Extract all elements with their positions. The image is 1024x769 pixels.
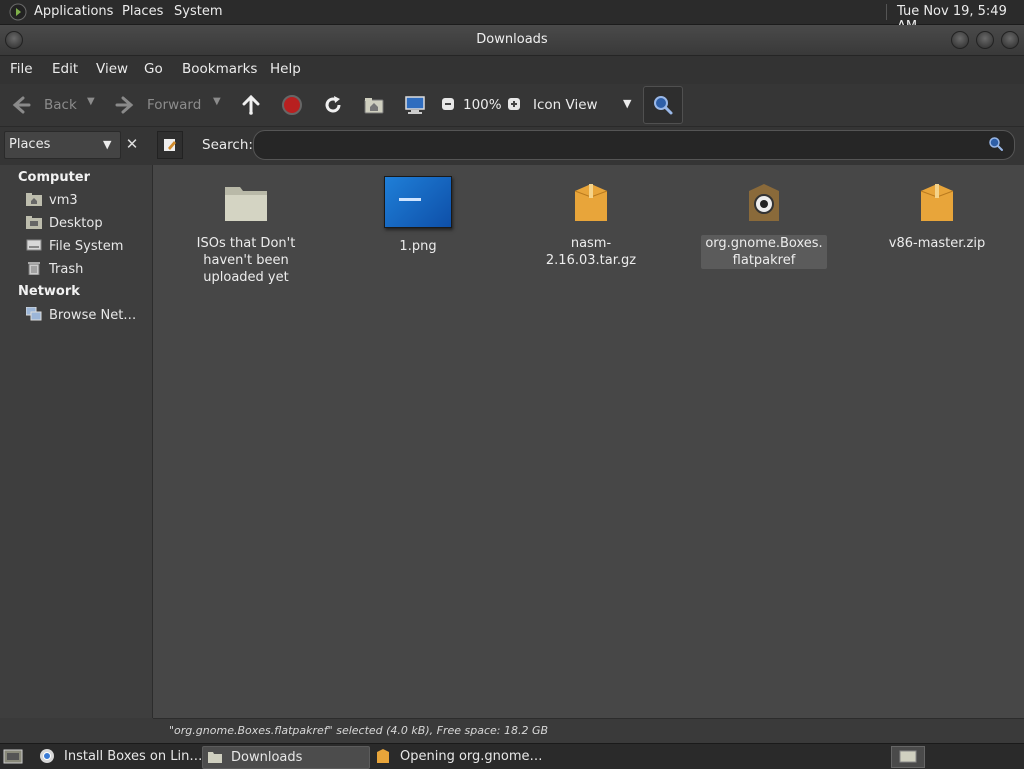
location-bar: Places ▼ ✕ Search: — [0, 127, 1024, 165]
file-item[interactable]: 1.png — [353, 176, 483, 255]
taskbar-item-label: Install Boxes on Lin… — [64, 749, 203, 764]
chromium-icon — [39, 748, 55, 764]
file-item[interactable]: nasm-2.16.03.tar.gz — [526, 181, 656, 269]
show-desktop-icon[interactable] — [3, 747, 23, 765]
forward-history-chevron-icon[interactable]: ▼ — [213, 96, 221, 107]
back-history-chevron-icon[interactable]: ▼ — [87, 96, 95, 107]
search-field-icon[interactable] — [988, 136, 1004, 152]
places-sidebar: Computer vm3 Desktop File System Trash N… — [0, 165, 153, 718]
search-input[interactable] — [253, 130, 1015, 160]
zoom-level[interactable]: 100% — [463, 97, 502, 113]
sidebar-mode-select[interactable]: Places ▼ — [4, 131, 121, 159]
file-label: 1.png — [399, 239, 437, 254]
file-label: org.gnome.Boxes. flatpakref — [701, 235, 827, 269]
menu-file[interactable]: File — [10, 61, 33, 77]
menu-edit[interactable]: Edit — [52, 61, 78, 77]
sidebar-item-label: Browse Net… — [49, 308, 137, 323]
file-label: ISOs that Don't haven't been uploaded ye… — [196, 236, 296, 285]
panel-menu-places[interactable]: Places — [122, 4, 163, 19]
workspace-window-icon — [899, 750, 917, 763]
reload-icon[interactable] — [322, 94, 344, 116]
file-item[interactable]: ISOs that Don't haven't been uploaded ye… — [181, 181, 311, 286]
sidebar-item-desktop[interactable]: Desktop — [26, 215, 103, 235]
status-text: "org.gnome.Boxes.flatpakref" selected (4… — [169, 724, 549, 737]
desktop-folder-icon — [26, 215, 42, 229]
taskbar-item-downloads[interactable]: Downloads — [202, 746, 370, 769]
close-window-button[interactable] — [1001, 31, 1019, 49]
zoom-out-icon[interactable] — [441, 97, 455, 111]
menu-bookmarks[interactable]: Bookmarks — [182, 61, 257, 77]
minimize-button[interactable] — [951, 31, 969, 49]
file-label: v86-master.zip — [888, 236, 986, 251]
image-thumbnail — [384, 176, 452, 228]
panel-menu-applications[interactable]: Applications — [34, 4, 113, 19]
window-title: Downloads — [476, 32, 548, 47]
sidebar-item-trash[interactable]: Trash — [26, 261, 83, 281]
menu-view[interactable]: View — [96, 61, 128, 77]
workspace-switcher[interactable] — [891, 746, 925, 768]
archive-icon — [567, 181, 615, 225]
sidebar-item-label: Trash — [49, 262, 84, 277]
taskbar-item-label: Downloads — [231, 750, 303, 765]
home-folder-icon — [26, 192, 42, 206]
panel-separator — [886, 4, 887, 20]
menu-help[interactable]: Help — [270, 61, 301, 77]
network-icon — [25, 306, 42, 321]
file-item[interactable]: v86-master.zip — [872, 181, 1002, 252]
home-folder-icon[interactable] — [363, 94, 385, 116]
archive-icon — [913, 181, 961, 225]
search-icon — [652, 94, 674, 116]
view-mode-select[interactable]: Icon View — [533, 97, 598, 113]
toolbar: Back ▼ Forward ▼ 100% Icon View ▼ — [0, 84, 1024, 127]
forward-arrow-icon[interactable] — [114, 94, 136, 116]
forward-button[interactable]: Forward — [147, 97, 201, 113]
menu-go[interactable]: Go — [144, 61, 163, 77]
zoom-in-icon[interactable] — [507, 97, 521, 111]
sidebar-heading-computer: Computer — [18, 170, 91, 185]
taskbar-item-opening[interactable]: Opening org.gnome… — [372, 746, 543, 767]
folder-icon — [207, 749, 223, 765]
back-arrow-icon[interactable] — [10, 94, 32, 116]
file-view[interactable]: ISOs that Don't haven't been uploaded ye… — [153, 165, 1024, 718]
taskbar-item-browser[interactable]: Install Boxes on Lin… — [36, 746, 202, 767]
stop-icon[interactable] — [281, 94, 303, 116]
window-titlebar[interactable]: Downloads — [0, 25, 1024, 56]
menubar: File Edit View Go Bookmarks Help — [0, 56, 1024, 84]
back-button[interactable]: Back — [44, 97, 77, 113]
menu-logo-icon[interactable] — [9, 3, 27, 21]
pencil-icon — [163, 138, 177, 152]
file-label: nasm-2.16.03.tar.gz — [545, 236, 637, 268]
taskbar-item-label: Opening org.gnome… — [400, 749, 543, 764]
sidebar-item-label: File System — [49, 239, 124, 254]
drive-icon — [26, 238, 42, 252]
view-mode-chevron-down-icon[interactable]: ▼ — [623, 97, 631, 110]
sidebar-item-vm3[interactable]: vm3 — [26, 192, 78, 212]
location-edit-button[interactable] — [157, 131, 183, 159]
sidebar-heading-network: Network — [18, 284, 80, 299]
close-sidebar-icon[interactable]: ✕ — [122, 131, 142, 157]
sidebar-item-label: Desktop — [49, 216, 103, 231]
sidebar-item-label: vm3 — [49, 193, 78, 208]
status-bar: "org.gnome.Boxes.flatpakref" selected (4… — [153, 718, 1024, 743]
sidebar-mode-label: Places — [9, 137, 51, 152]
panel-menu-system[interactable]: System — [174, 4, 222, 19]
search-toggle-button[interactable] — [643, 86, 683, 124]
search-label: Search: — [202, 137, 253, 153]
sidebar-item-browse-network[interactable]: Browse Net… — [25, 306, 137, 327]
archive-icon — [375, 748, 391, 764]
folder-icon — [222, 181, 270, 225]
package-icon — [740, 181, 788, 225]
maximize-button[interactable] — [976, 31, 994, 49]
sidebar-mode-chevron-down-icon: ▼ — [103, 138, 112, 151]
taskbar: Install Boxes on Lin… Downloads Opening … — [0, 743, 1024, 769]
up-arrow-icon[interactable] — [240, 94, 262, 116]
file-item-selected[interactable]: org.gnome.Boxes. flatpakref — [699, 181, 829, 269]
computer-icon[interactable] — [404, 94, 426, 116]
top-panel: Applications Places System Tue Nov 19, 5… — [0, 0, 1024, 34]
trash-icon — [26, 261, 42, 276]
sidebar-item-file-system[interactable]: File System — [26, 238, 123, 258]
